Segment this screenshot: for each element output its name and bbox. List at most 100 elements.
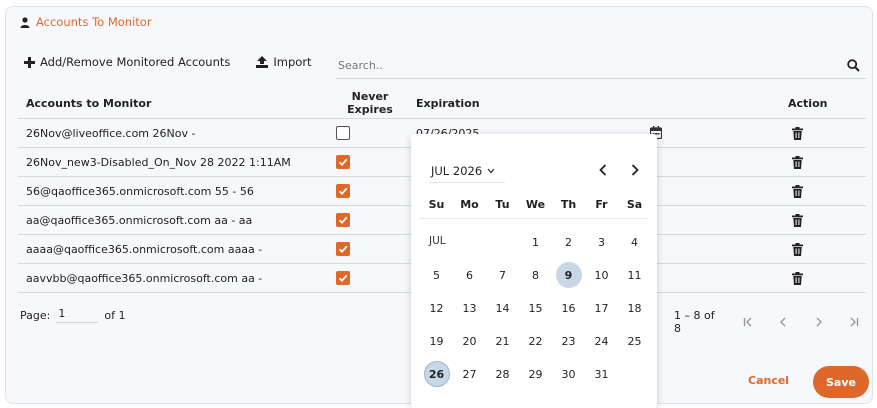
account-name: aa@qaoffice365.onmicrosoft.com aa - aa (26, 214, 253, 227)
header-never-expires[interactable]: Never Expires (340, 87, 400, 119)
user-icon (20, 16, 30, 28)
never-expires-checkbox[interactable] (336, 155, 350, 169)
import-button[interactable]: Import (256, 55, 312, 69)
header-action: Action (788, 96, 828, 110)
calendar-week: 12 13 14 15 16 17 18 (420, 294, 651, 322)
calendar-day[interactable]: 20 (453, 327, 486, 355)
prev-page-icon[interactable] (765, 317, 801, 327)
calendar-day[interactable]: 9 (552, 261, 585, 289)
calendar-day[interactable]: 14 (486, 294, 519, 322)
calendar-day[interactable]: 19 (420, 327, 453, 355)
header-never-line1: Never (351, 90, 389, 103)
trash-icon[interactable] (792, 214, 803, 227)
calendar-day[interactable]: 28 (486, 360, 519, 388)
cancel-button[interactable]: Cancel (748, 374, 789, 387)
calendar-day[interactable]: 25 (618, 327, 651, 355)
calendar-day[interactable]: 23 (552, 327, 585, 355)
add-remove-accounts-button[interactable]: Add/Remove Monitored Accounts (24, 55, 230, 69)
calendar-day[interactable]: 22 (519, 327, 552, 355)
calendar-day-number: 5 (433, 268, 440, 282)
panel-header: Accounts To Monitor (20, 15, 152, 29)
last-page-icon[interactable] (836, 317, 872, 327)
calendar-day[interactable]: 30 (552, 360, 585, 388)
calendar-day-number: 4 (631, 235, 638, 249)
calendar-day[interactable]: 10 (585, 261, 618, 289)
page-input[interactable] (56, 307, 99, 323)
calendar-day[interactable]: 11 (618, 261, 651, 289)
never-expires-checkbox[interactable] (336, 271, 350, 285)
calendar-day[interactable]: 7 (486, 261, 519, 289)
calendar-week: 5 6 7 8 9 10 11 (420, 261, 651, 289)
search-icon[interactable] (847, 59, 860, 72)
calendar-empty-cell (618, 360, 651, 388)
calendar-day[interactable]: 12 (420, 294, 453, 322)
calendar-day[interactable]: 1 (519, 228, 552, 256)
page-label: Page: (20, 308, 51, 322)
import-label: Import (273, 55, 312, 69)
calendar-day[interactable]: 8 (519, 261, 552, 289)
calendar-day[interactable]: 4 (618, 228, 651, 256)
calendar-day[interactable]: 16 (552, 294, 585, 322)
header-expiration[interactable]: Expiration (416, 87, 480, 119)
calendar-day[interactable]: 24 (585, 327, 618, 355)
calendar-day[interactable]: 5 (420, 261, 453, 289)
calendar-day-number: 20 (462, 334, 477, 348)
upload-icon (256, 56, 269, 68)
search-bar (336, 53, 866, 79)
trash-icon[interactable] (792, 243, 803, 256)
plus-icon (24, 56, 35, 68)
chevron-right-icon (631, 164, 639, 176)
calendar-day[interactable]: 15 (519, 294, 552, 322)
never-expires-checkbox[interactable] (336, 126, 350, 140)
calendar-day[interactable]: 3 (585, 228, 618, 256)
calendar-day-number: 22 (528, 334, 543, 348)
calendar-day-number: 11 (627, 268, 642, 282)
calendar-day-number: 17 (594, 301, 609, 315)
add-remove-label: Add/Remove Monitored Accounts (40, 55, 231, 69)
calendar-day[interactable]: 27 (453, 360, 486, 388)
calendar-empty-cell (486, 228, 519, 256)
never-expires-checkbox[interactable] (336, 213, 350, 227)
calendar-day-number: 25 (627, 334, 642, 348)
trash-icon[interactable] (792, 156, 803, 169)
next-month-button[interactable] (625, 160, 645, 180)
calendar-day[interactable]: 6 (453, 261, 486, 289)
weekday-label: Fr (595, 198, 608, 211)
calendar-day[interactable]: 2 (552, 228, 585, 256)
trash-icon[interactable] (792, 272, 803, 285)
calendar-day[interactable]: 17 (585, 294, 618, 322)
save-button[interactable]: Save (813, 366, 869, 398)
header-accounts[interactable]: Accounts to Monitor (26, 87, 151, 119)
weekday-label: Su (428, 198, 445, 211)
calendar-day[interactable]: 21 (486, 327, 519, 355)
calendar-day-number: 6 (466, 268, 473, 282)
calendar-day-number: 10 (594, 268, 609, 282)
calendar-day-number: 3 (598, 235, 605, 249)
calendar-day[interactable]: 31 (585, 360, 618, 388)
next-page-icon[interactable] (801, 317, 837, 327)
calendar-day-number: 7 (499, 268, 506, 282)
first-page-icon[interactable] (730, 317, 766, 327)
calendar-day[interactable]: 13 (453, 294, 486, 322)
calendar-day-number: 26 (423, 361, 450, 387)
month-year-selector[interactable]: JUL 2026 (431, 164, 495, 178)
search-input[interactable] (336, 59, 836, 72)
trash-icon[interactable] (792, 185, 803, 198)
calendar-day-number: 21 (495, 334, 510, 348)
calendar-day-number: 19 (429, 334, 444, 348)
never-expires-checkbox[interactable] (336, 242, 350, 256)
calendar-day-number: 14 (495, 301, 510, 315)
trash-icon[interactable] (792, 127, 803, 140)
previous-month-button[interactable] (593, 160, 613, 180)
panel-title: Accounts To Monitor (36, 15, 152, 29)
never-expires-checkbox[interactable] (336, 184, 350, 198)
date-picker-popup: JUL 2026 Su Mo Tu We Th Fr Sa JUL 1 2 3 4 5 6 7 8 9 10 1… (411, 134, 657, 408)
calendar-day[interactable]: 26 (420, 360, 453, 388)
calendar-empty-cell (420, 228, 453, 256)
calendar-day[interactable]: 29 (519, 360, 552, 388)
calendar-day-number: 9 (555, 262, 582, 288)
weekday-label: Th (560, 198, 577, 211)
page-selector: Page: of 1 (20, 307, 125, 323)
calendar-day[interactable]: 18 (618, 294, 651, 322)
calendar-day-number: 15 (528, 301, 543, 315)
